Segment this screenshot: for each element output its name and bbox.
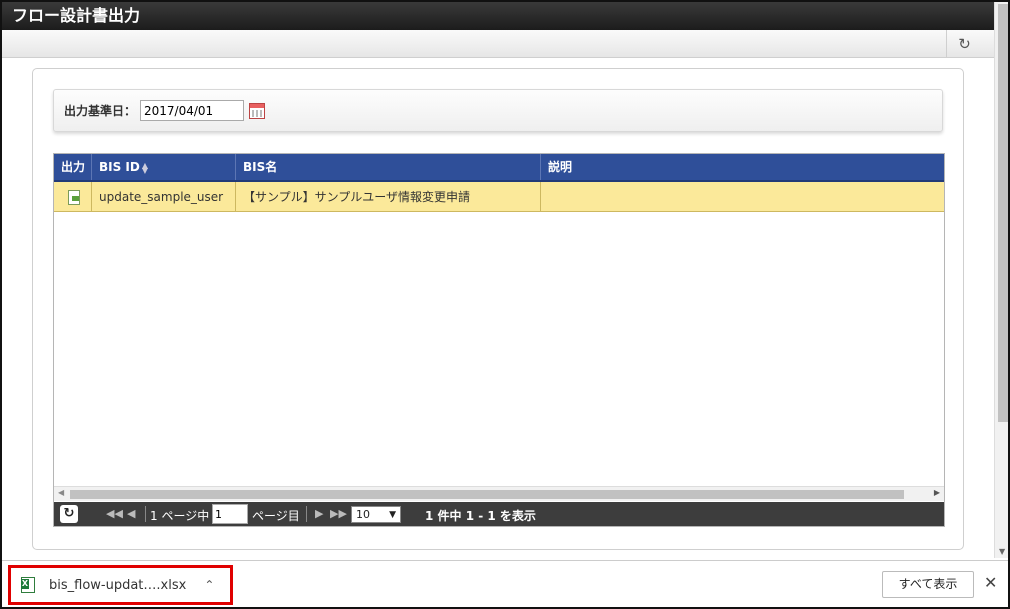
pager-separator (306, 506, 307, 522)
close-icon[interactable]: ✕ (984, 573, 997, 592)
output-cell[interactable] (54, 182, 92, 212)
column-header-bis-id-label: BIS ID (99, 160, 140, 174)
excel-export-icon[interactable] (68, 190, 80, 205)
page-size-value: 10 (356, 508, 370, 521)
download-file-name[interactable]: bis_flow-updat….xlsx (49, 578, 186, 593)
grid-header: 出力 BIS ID ▲ ▼ BIS名 説明 (54, 154, 944, 182)
pager: ↻ ◀◀ ◀ 1 ページ中 ページ目 ▶ ▶▶ 10 ▼ 1 件中 1 - 1 … (54, 502, 944, 526)
sort-icon[interactable]: ▲ ▼ (142, 161, 148, 174)
page-suffix-label: ページ目 (252, 509, 300, 523)
horizontal-scrollbar[interactable]: ◀ ▶ (54, 486, 944, 501)
vertical-scrollbar-thumb[interactable] (998, 4, 1008, 422)
prev-page-icon[interactable]: ◀ (127, 507, 135, 520)
calendar-icon[interactable] (249, 102, 266, 119)
window-title: フロー設計書出力 (2, 2, 994, 30)
show-all-button[interactable]: すべて表示 (882, 571, 974, 598)
column-header-bis-name[interactable]: BIS名 (236, 154, 541, 180)
refresh-icon[interactable]: ↻ (946, 30, 982, 57)
grid-refresh-icon[interactable]: ↻ (60, 505, 78, 523)
horizontal-scrollbar-thumb[interactable] (70, 490, 904, 499)
bis-grid: 出力 BIS ID ▲ ▼ BIS名 説明 update_sample_user 【… (53, 153, 945, 527)
column-header-bis-id[interactable]: BIS ID ▲ ▼ (92, 154, 236, 180)
base-date-input[interactable] (140, 100, 245, 121)
column-header-output: 出力 (54, 154, 92, 180)
pager-separator (145, 506, 146, 522)
download-bar: bis_flow-updat….xlsx ⌃ すべて表示 ✕ (2, 560, 1008, 607)
next-page-icon[interactable]: ▶ (315, 507, 323, 520)
page-size-select[interactable]: 10 ▼ (351, 506, 401, 523)
page-prefix-label: 1 ページ中 (150, 509, 210, 523)
scroll-left-arrow-icon[interactable]: ◀ (58, 488, 64, 497)
bis-name-cell: 【サンプル】サンプルユーザ情報変更申請 (236, 182, 541, 212)
chevron-down-icon: ▼ (389, 510, 396, 520)
base-date-label: 出力基準日： (64, 104, 137, 118)
last-page-icon[interactable]: ▶▶ (330, 507, 347, 520)
excel-file-icon (21, 577, 35, 593)
record-count-label: 1 件中 1 - 1 を表示 (425, 509, 536, 523)
download-item[interactable]: bis_flow-updat….xlsx ⌃ (8, 565, 233, 605)
description-cell (541, 182, 944, 212)
main-panel: 出力基準日： 出力 BIS ID▲▼ BIS名 説明 update_sample… (32, 68, 964, 550)
app-frame: フロー設計書出力 ↻ ▼ 出力基準日： 出力 BIS ID▲▼ BIS名 説明 … (0, 0, 1010, 609)
column-header-description[interactable]: 説明 (541, 154, 944, 180)
chevron-up-icon[interactable]: ⌃ (204, 578, 214, 592)
scroll-down-arrow-icon[interactable]: ▼ (999, 547, 1005, 556)
first-page-icon[interactable]: ◀◀ (106, 507, 123, 520)
vertical-scrollbar[interactable]: ▼ (994, 2, 1008, 558)
scroll-right-arrow-icon[interactable]: ▶ (934, 488, 940, 497)
table-row[interactable]: update_sample_user 【サンプル】サンプルユーザ情報変更申請 (54, 182, 944, 212)
toolbar: ↻ (2, 30, 994, 58)
bis-id-cell: update_sample_user (92, 182, 236, 212)
page-number-input[interactable] (212, 504, 248, 524)
search-criteria-box: 出力基準日： (53, 89, 943, 132)
